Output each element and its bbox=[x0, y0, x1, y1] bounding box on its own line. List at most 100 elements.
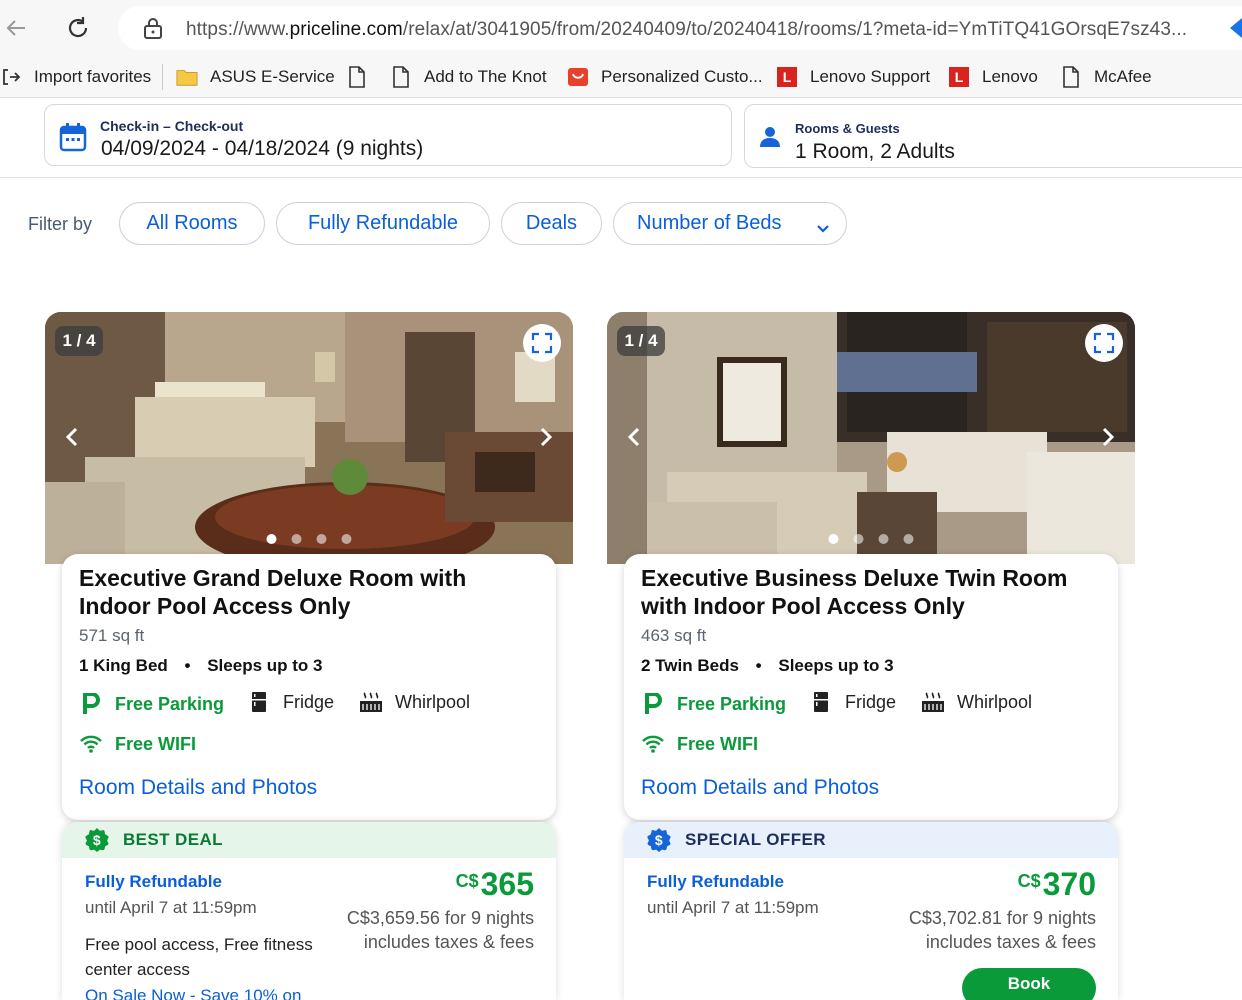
bookmark-label: Lenovo bbox=[982, 67, 1038, 86]
bookmark-lenovo-support[interactable]: L Lenovo Support bbox=[776, 65, 930, 89]
amenity-label: Fridge bbox=[845, 691, 897, 712]
whirlpool-icon bbox=[359, 690, 383, 714]
lenovo-icon: L bbox=[948, 66, 970, 88]
bookmark-blank[interactable] bbox=[346, 65, 380, 89]
filter-number-of-beds[interactable]: Number of Beds bbox=[613, 202, 847, 245]
amenity-label: Free Parking bbox=[677, 693, 787, 714]
carousel-dots bbox=[266, 534, 352, 544]
book-button[interactable]: Book bbox=[962, 968, 1096, 1000]
deal-label: SPECIAL OFFER bbox=[685, 830, 826, 849]
page-icon bbox=[1060, 66, 1082, 88]
amenity-fridge: Fridge bbox=[247, 690, 334, 714]
filter-fully-refundable[interactable]: Fully Refundable bbox=[276, 202, 490, 245]
bookmark-label: Personalized Custo... bbox=[601, 67, 763, 86]
lenovo-icon: L bbox=[776, 66, 798, 88]
guests-field[interactable]: Rooms & Guests 1 Room, 2 Adults bbox=[744, 104, 1242, 168]
expand-icon[interactable] bbox=[1085, 324, 1123, 362]
photo-counter: 1 / 4 bbox=[55, 326, 103, 356]
room-title[interactable]: Executive Business Deluxe Twin Room with… bbox=[641, 564, 1101, 620]
price-amount: 370 bbox=[1042, 866, 1096, 902]
refresh-icon[interactable] bbox=[62, 12, 94, 44]
amenity-label: Whirlpool bbox=[395, 691, 471, 712]
carousel-dot[interactable] bbox=[341, 534, 352, 544]
carousel-dot[interactable] bbox=[828, 534, 839, 544]
currency: C$ bbox=[455, 871, 479, 891]
deal-header: $ BEST DEAL bbox=[62, 822, 556, 858]
bullet-separator: • bbox=[755, 656, 762, 675]
filter-all-rooms[interactable]: All Rooms bbox=[119, 202, 265, 245]
room-photo[interactable]: 1 / 4 bbox=[607, 312, 1135, 564]
room-details-link[interactable]: Room Details and Photos bbox=[79, 776, 317, 800]
bookmark-import-favorites[interactable]: Import favorites bbox=[0, 65, 151, 89]
expand-icon[interactable] bbox=[523, 324, 561, 362]
photo-counter: 1 / 4 bbox=[617, 326, 665, 356]
bullet-separator: • bbox=[184, 656, 191, 675]
amenity-free-parking: Free Parking bbox=[79, 692, 224, 716]
carousel-dot[interactable] bbox=[266, 534, 277, 544]
currency: C$ bbox=[1017, 871, 1041, 891]
deal-perks: Free pool access, Free fitness center ac… bbox=[85, 935, 313, 979]
taxes-note: includes taxes & fees bbox=[925, 932, 1096, 952]
url-bar[interactable]: https://www.priceline.com/relax/at/30419… bbox=[118, 6, 1242, 50]
amenity-label: Free WIFI bbox=[677, 733, 759, 754]
chevron-left-icon[interactable] bbox=[619, 422, 649, 452]
amenity-label: Fridge bbox=[283, 691, 335, 712]
nightly-price: C$ 365 bbox=[456, 866, 534, 903]
deal-panel: $ SPECIAL OFFER Fully Refundable until A… bbox=[624, 822, 1118, 1000]
bookmark-label: ASUS E-Service bbox=[210, 67, 335, 86]
sleeps-info: Sleeps up to 3 bbox=[207, 656, 323, 675]
bookmark-asus[interactable]: ASUS E-Service bbox=[176, 65, 335, 89]
aliexpress-icon bbox=[567, 66, 589, 88]
wifi-icon bbox=[79, 732, 103, 756]
refund-policy[interactable]: Fully Refundable bbox=[85, 872, 222, 892]
page-icon bbox=[390, 66, 412, 88]
wifi-icon bbox=[641, 732, 665, 756]
bookmark-lenovo[interactable]: L Lenovo bbox=[948, 65, 1038, 89]
bookmark-label: McAfee bbox=[1094, 67, 1152, 86]
bookmark-label: Add to The Knot bbox=[424, 67, 547, 86]
room-photo[interactable]: 1 / 4 bbox=[45, 312, 573, 564]
bookmark-the-knot[interactable]: Add to The Knot bbox=[390, 65, 547, 89]
room-size: 463 sq ft bbox=[641, 626, 707, 645]
room-photo-image bbox=[607, 312, 1135, 564]
copilot-icon[interactable] bbox=[1230, 18, 1242, 38]
parking-icon bbox=[79, 692, 103, 716]
sale-notice[interactable]: On Sale Now - Save 10% on bbox=[85, 986, 301, 1000]
amenity-label: Free Parking bbox=[115, 693, 225, 714]
bookmark-aliexpress[interactable]: Personalized Custo... bbox=[567, 65, 763, 89]
carousel-dot[interactable] bbox=[903, 534, 914, 544]
chevron-right-icon[interactable] bbox=[1093, 422, 1123, 452]
bed-type: 2 Twin Beds bbox=[641, 656, 739, 675]
room-info: Executive Business Deluxe Twin Room with… bbox=[624, 554, 1118, 820]
room-details-link[interactable]: Room Details and Photos bbox=[641, 776, 879, 800]
whirlpool-icon bbox=[921, 690, 945, 714]
chevron-left-icon[interactable] bbox=[57, 422, 87, 452]
fridge-icon bbox=[809, 690, 833, 714]
back-icon[interactable] bbox=[0, 12, 32, 44]
room-card-2: 1 / 4 Executive Business Deluxe Twin Roo… bbox=[607, 312, 1135, 1000]
deal-panel: $ BEST DEAL Fully Refundable until April… bbox=[62, 822, 556, 1000]
bookmark-mcafee[interactable]: McAfee bbox=[1060, 65, 1152, 89]
import-icon bbox=[0, 66, 22, 88]
amenity-free-wifi: Free WIFI bbox=[79, 732, 196, 756]
room-card-1: 1 / 4 Executive Grand Deluxe Room with I… bbox=[45, 312, 573, 1000]
deal-label: BEST DEAL bbox=[123, 830, 223, 849]
url-text[interactable]: https://www.priceline.com/relax/at/30419… bbox=[186, 19, 1187, 41]
taxes-note: includes taxes & fees bbox=[363, 932, 534, 952]
fridge-icon bbox=[247, 690, 271, 714]
carousel-dot[interactable] bbox=[853, 534, 864, 544]
guests-value: 1 Room, 2 Adults bbox=[795, 140, 955, 163]
carousel-dot[interactable] bbox=[878, 534, 889, 544]
bed-info: 2 Twin Beds • Sleeps up to 3 bbox=[641, 656, 894, 676]
filter-deals[interactable]: Deals bbox=[501, 202, 602, 245]
room-title[interactable]: Executive Grand Deluxe Room with Indoor … bbox=[79, 564, 539, 620]
refund-policy[interactable]: Fully Refundable bbox=[647, 872, 784, 892]
amenity-label: Free WIFI bbox=[115, 733, 197, 754]
calendar-icon bbox=[59, 122, 87, 157]
bed-type: 1 King Bed bbox=[79, 656, 168, 675]
dates-field[interactable]: Check-in – Check-out 04/09/2024 - 04/18/… bbox=[44, 104, 732, 166]
carousel-dot[interactable] bbox=[316, 534, 327, 544]
chevron-right-icon[interactable] bbox=[531, 422, 561, 452]
search-strip: Check-in – Check-out 04/09/2024 - 04/18/… bbox=[0, 98, 1242, 178]
carousel-dot[interactable] bbox=[291, 534, 302, 544]
